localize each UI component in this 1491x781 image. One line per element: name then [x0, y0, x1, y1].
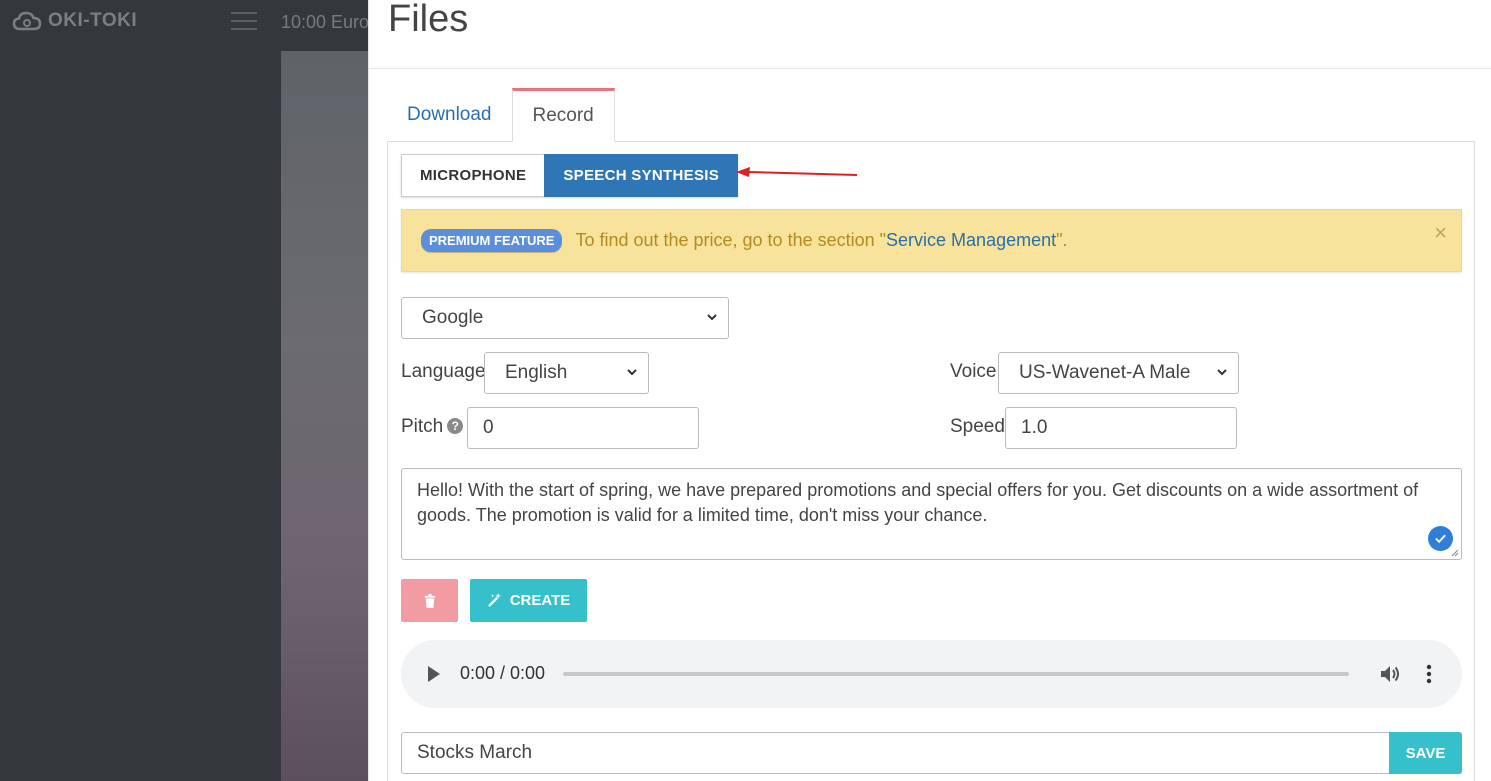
file-name-value: Stocks March	[417, 742, 533, 763]
audio-time: 0:00 / 0:00	[460, 663, 546, 683]
pitch-label-text: Pitch	[401, 416, 444, 437]
logo-text: OKI-TOKI	[48, 10, 138, 31]
synthesis-text: Hello! With the start of spring, we have…	[417, 480, 1419, 525]
pitch-input[interactable]: 0	[467, 407, 699, 449]
language-label: Language	[401, 361, 486, 382]
chevron-down-icon	[1217, 369, 1227, 376]
alert-message: To find out the price, go to the section…	[575, 230, 1067, 251]
menu-icon[interactable]	[231, 12, 257, 30]
audio-progress-bar[interactable]	[563, 672, 1349, 676]
service-management-link[interactable]: Service Management	[886, 230, 1056, 250]
delete-button[interactable]	[401, 579, 458, 622]
tabs: Download Record	[387, 88, 615, 142]
volume-icon[interactable]	[1379, 663, 1401, 685]
language-select-value: English	[505, 362, 568, 383]
premium-badge: PREMIUM FEATURE	[421, 229, 563, 252]
voice-select-value: US-Wavenet-A Male	[1019, 362, 1191, 383]
panel-title: Files	[388, 0, 469, 40]
language-select[interactable]: English	[484, 352, 649, 394]
record-tab-content: MICROPHONE SPEECH SYNTHESIS PREMIUM FEAT…	[387, 141, 1475, 781]
engine-select[interactable]: Google	[401, 297, 729, 339]
check-icon[interactable]	[1428, 526, 1453, 551]
cloud-icon	[12, 11, 42, 31]
premium-alert: PREMIUM FEATURE To find out the price, g…	[401, 209, 1462, 272]
app-logo[interactable]: OKI-TOKI	[12, 10, 137, 32]
annotation-arrow-icon	[736, 167, 858, 177]
chevron-down-icon	[627, 369, 637, 376]
speed-value: 1.0	[1021, 417, 1048, 438]
files-panel: Files Download Record MICROPHONE SPEECH …	[368, 0, 1491, 781]
pitch-label: Pitch?	[401, 416, 464, 438]
voice-label: Voice	[950, 361, 997, 382]
synthesis-text-area[interactable]: Hello! With the start of spring, we have…	[401, 468, 1462, 560]
background-content	[281, 51, 381, 781]
record-mode-toggle: MICROPHONE SPEECH SYNTHESIS	[401, 154, 739, 197]
voice-select[interactable]: US-Wavenet-A Male	[998, 352, 1239, 394]
play-icon[interactable]	[427, 665, 441, 683]
app-sidebar	[0, 51, 281, 781]
speed-input[interactable]: 1.0	[1005, 407, 1237, 449]
alert-text-before: To find out the price, go to the section…	[575, 230, 887, 250]
create-button-label: CREATE	[509, 592, 571, 609]
save-button[interactable]: SAVE	[1389, 732, 1462, 774]
clock-text: 10:00 Euro	[281, 12, 370, 32]
help-icon[interactable]: ?	[447, 418, 464, 434]
speech-synthesis-button[interactable]: SPEECH SYNTHESIS	[544, 154, 739, 197]
chevron-down-icon	[707, 314, 717, 321]
more-vertical-icon[interactable]	[1423, 664, 1435, 684]
engine-select-value: Google	[422, 307, 484, 328]
close-icon[interactable]: ×	[1434, 220, 1447, 246]
alert-text-after: ".	[1056, 230, 1068, 250]
pitch-value: 0	[483, 417, 494, 438]
tab-record[interactable]: Record	[511, 88, 615, 142]
resize-handle-icon[interactable]	[1451, 549, 1459, 557]
magic-wand-icon	[487, 593, 501, 607]
create-button[interactable]: CREATE	[470, 579, 587, 622]
file-name-input[interactable]: Stocks March	[401, 732, 1389, 774]
divider	[369, 68, 1491, 69]
microphone-button[interactable]: MICROPHONE	[401, 154, 545, 197]
tab-download[interactable]: Download	[387, 88, 512, 142]
trash-icon	[424, 593, 435, 608]
audio-player: 0:00 / 0:00	[401, 640, 1462, 708]
speed-label: Speed	[950, 416, 1005, 437]
